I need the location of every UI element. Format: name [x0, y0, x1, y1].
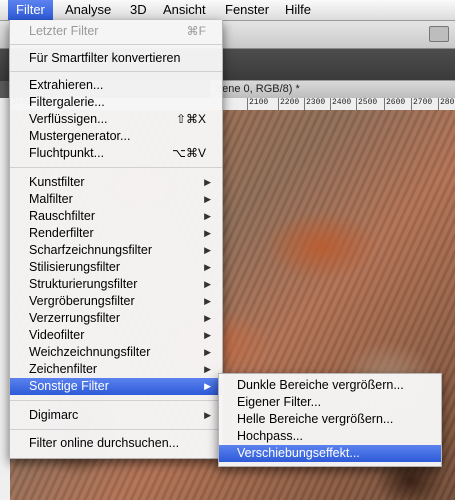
menu-item-label: Rauschfilter: [29, 209, 95, 223]
triangle-right-icon: ▶: [204, 296, 211, 306]
menu-item-label: Für Smartfilter konvertieren: [29, 51, 181, 65]
triangle-right-icon: ▶: [204, 279, 211, 289]
submenu-item-label: Eigener Filter...: [237, 395, 322, 409]
ruler-label: 2100: [249, 98, 269, 107]
menu-item-scharfzeichnungsfilter[interactable]: Scharfzeichnungsfilter ▶: [10, 242, 222, 259]
menu-item-label: Weichzeichnungsfilter: [29, 345, 151, 359]
menu-item-label: Filter online durchsuchen...: [29, 436, 180, 450]
ruler-label: 2600: [386, 98, 406, 107]
menu-item-label: Strukturierungsfilter: [29, 277, 138, 291]
triangle-right-icon: ▶: [204, 211, 211, 221]
submenu-item-verschiebungseffekt[interactable]: Verschiebungseffekt...: [219, 445, 441, 462]
menu-item-label: Extrahieren...: [29, 78, 104, 92]
triangle-right-icon: ▶: [204, 347, 211, 357]
menu-item-zeichenfilter[interactable]: Zeichenfilter ▶: [10, 361, 222, 378]
submenu-item-dunkle-bereiche[interactable]: Dunkle Bereiche vergrößern...: [219, 377, 441, 394]
triangle-right-icon: ▶: [204, 245, 211, 255]
triangle-right-icon: ▶: [204, 313, 211, 323]
ruler-label: 2500: [358, 98, 378, 107]
menu-item-digimarc[interactable]: Digimarc ▶: [10, 407, 222, 424]
menu-item-label: Stilisierungsfilter: [29, 260, 121, 274]
triangle-right-icon: ▶: [204, 410, 211, 420]
ruler-label: 2700: [413, 98, 433, 107]
menu-ansicht[interactable]: Ansicht: [155, 0, 214, 20]
triangle-right-icon: ▶: [204, 228, 211, 238]
menu-item-verzerrungsfilter[interactable]: Verzerrungsfilter ▶: [10, 310, 222, 327]
menu-separator: [10, 167, 222, 168]
menu-separator: [10, 429, 222, 430]
menu-bar: Filter Analyse 3D Ansicht Fenster Hilfe: [0, 0, 455, 21]
menu-item-rauschfilter[interactable]: Rauschfilter ▶: [10, 208, 222, 225]
menu-item-label: Sonstige Filter: [29, 379, 109, 393]
menu-fenster[interactable]: Fenster: [217, 0, 277, 20]
menu-item-label: Fluchtpunkt...: [29, 146, 105, 160]
ruler-label: 2400: [332, 98, 352, 107]
menu-separator: [10, 400, 222, 401]
submenu-item-label: Dunkle Bereiche vergrößern...: [237, 378, 404, 392]
menu-item-verfluessigen[interactable]: Verflüssigen... ⇧⌘X: [10, 111, 222, 128]
menu-item-label: Digimarc: [29, 408, 79, 422]
menu-item-renderfilter[interactable]: Renderfilter ▶: [10, 225, 222, 242]
triangle-right-icon: ▶: [204, 330, 211, 340]
triangle-right-icon: ▶: [204, 177, 211, 187]
triangle-right-icon: ▶: [204, 381, 211, 391]
menu-hilfe[interactable]: Hilfe: [277, 0, 319, 20]
menu-analyse[interactable]: Analyse: [57, 0, 119, 20]
triangle-right-icon: ▶: [204, 194, 211, 204]
menu-item-label: Vergröberungsfilter: [29, 294, 135, 308]
menu-item-label: Malfilter: [29, 192, 73, 206]
menu-item-label: Videofilter: [29, 328, 85, 342]
menu-item-label: Filtergalerie...: [29, 95, 105, 109]
menu-item-label: Verzerrungsfilter: [29, 311, 121, 325]
menu-item-mustergenerator[interactable]: Mustergenerator...: [10, 128, 222, 145]
menu-item-filter-online[interactable]: Filter online durchsuchen...: [10, 435, 222, 452]
ruler-label: 2300: [306, 98, 326, 107]
menu-item-extrahieren[interactable]: Extrahieren...: [10, 77, 222, 94]
submenu-item-label: Verschiebungseffekt...: [237, 446, 360, 460]
menu-item-label: Verflüssigen...: [29, 112, 108, 126]
menu-item-sonstige-filter[interactable]: Sonstige Filter ▶: [10, 378, 222, 395]
menu-item-malfilter[interactable]: Malfilter ▶: [10, 191, 222, 208]
menu-item-label: Letzter Filter: [29, 24, 99, 38]
menu-item-stilisierungsfilter[interactable]: Stilisierungsfilter ▶: [10, 259, 222, 276]
submenu-item-label: Helle Bereiche vergrößern...: [237, 412, 394, 426]
menu-item-label: Zeichenfilter: [29, 362, 98, 376]
menu-filter[interactable]: Filter: [8, 0, 53, 20]
menu-separator: [10, 44, 222, 45]
menu-item-weichzeichnungsfilter[interactable]: Weichzeichnungsfilter ▶: [10, 344, 222, 361]
filter-menu: Letzter Filter ⌘F Für Smartfilter konver…: [9, 20, 223, 459]
menu-item-videofilter[interactable]: Videofilter ▶: [10, 327, 222, 344]
triangle-right-icon: ▶: [204, 262, 211, 272]
submenu-item-label: Hochpass...: [237, 429, 304, 443]
menu-item-label: Renderfilter: [29, 226, 94, 240]
menu-item-shortcut: ⌥⌘V: [172, 146, 206, 160]
menu-item-vergroeberungsfilter[interactable]: Vergröberungsfilter ▶: [10, 293, 222, 310]
menu-item-filtergalerie[interactable]: Filtergalerie...: [10, 94, 222, 111]
menu-item-kunstfilter[interactable]: Kunstfilter ▶: [10, 174, 222, 191]
document-title: bene 0, RGB/8) *: [216, 83, 300, 95]
menu-item-label: Scharfzeichnungsfilter: [29, 243, 152, 257]
menu-item-fluchtpunkt[interactable]: Fluchtpunkt... ⌥⌘V: [10, 145, 222, 162]
menu-separator: [10, 71, 222, 72]
ruler-label: 2200: [280, 98, 300, 107]
menu-item-smartfilter[interactable]: Für Smartfilter konvertieren: [10, 50, 222, 67]
ruler-label: 280: [440, 98, 455, 107]
menu-item-shortcut: ⌘F: [186, 24, 206, 38]
triangle-right-icon: ▶: [204, 364, 211, 374]
submenu-item-eigener-filter[interactable]: Eigener Filter...: [219, 394, 441, 411]
menu-item-strukturierungsfilter[interactable]: Strukturierungsfilter ▶: [10, 276, 222, 293]
options-bar-icon[interactable]: [429, 26, 449, 42]
menu-item-shortcut: ⇧⌘X: [175, 112, 206, 126]
menu-item-label: Mustergenerator...: [29, 129, 131, 143]
menu-item-letzter-filter[interactable]: Letzter Filter ⌘F: [10, 23, 222, 40]
menu-3d[interactable]: 3D: [122, 0, 155, 20]
sonstige-filter-submenu: Dunkle Bereiche vergrößern... Eigener Fi…: [218, 373, 442, 467]
submenu-item-helle-bereiche[interactable]: Helle Bereiche vergrößern...: [219, 411, 441, 428]
document-tab[interactable]: bene 0, RGB/8) *: [210, 80, 455, 99]
menu-item-label: Kunstfilter: [29, 175, 85, 189]
submenu-item-hochpass[interactable]: Hochpass...: [219, 428, 441, 445]
